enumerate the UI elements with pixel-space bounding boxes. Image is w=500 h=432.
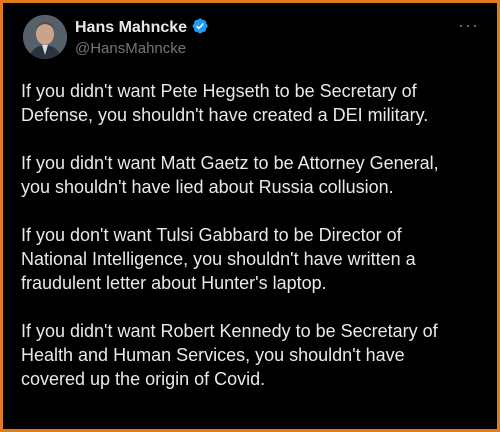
tweet-text: If you didn't want Pete Hegseth to be Se… — [21, 79, 489, 415]
tweet-line: fraudulent letter about Hunter's laptop. — [21, 273, 327, 293]
author-display-name[interactable]: Hans Mahncke — [75, 19, 187, 36]
tweet-paragraph: If you don't want Tulsi Gabbard to be Di… — [21, 223, 489, 295]
author-handle[interactable]: @HansMahncke — [75, 39, 186, 59]
avatar[interactable] — [23, 15, 67, 59]
tweet-line: you shouldn't have lied about Russia col… — [21, 177, 394, 197]
tweet-card: Hans Mahncke @HansMahncke ··· If you did… — [0, 0, 500, 432]
tweet-line: If you didn't want Pete Hegseth to be Se… — [21, 81, 417, 101]
tweet-line: If you didn't want Robert Kennedy to be … — [21, 321, 438, 341]
more-horizontal-icon: ··· — [458, 15, 479, 35]
more-options-button[interactable]: ··· — [458, 16, 479, 34]
tweet-line: Defense, you shouldn't have created a DE… — [21, 105, 429, 125]
tweet-line: If you don't want Tulsi Gabbard to be Di… — [21, 225, 402, 245]
author-name[interactable]: Hans Mahncke — [75, 17, 209, 38]
tweet-paragraph: If you didn't want Pete Hegseth to be Se… — [21, 79, 489, 127]
tweet-line: covered up the origin of Covid. — [21, 369, 266, 389]
profile-photo-icon — [23, 15, 67, 59]
tweet-paragraph: If you didn't want Matt Gaetz to be Atto… — [21, 151, 489, 199]
tweet-paragraph: If you didn't want Robert Kennedy to be … — [21, 319, 489, 391]
tweet-line: National Intelligence, you shouldn't hav… — [21, 249, 416, 269]
verified-badge-icon — [192, 18, 208, 34]
tweet-line: Health and Human Services, you shouldn't… — [21, 345, 405, 365]
tweet-line: If you didn't want Matt Gaetz to be Atto… — [21, 153, 439, 173]
